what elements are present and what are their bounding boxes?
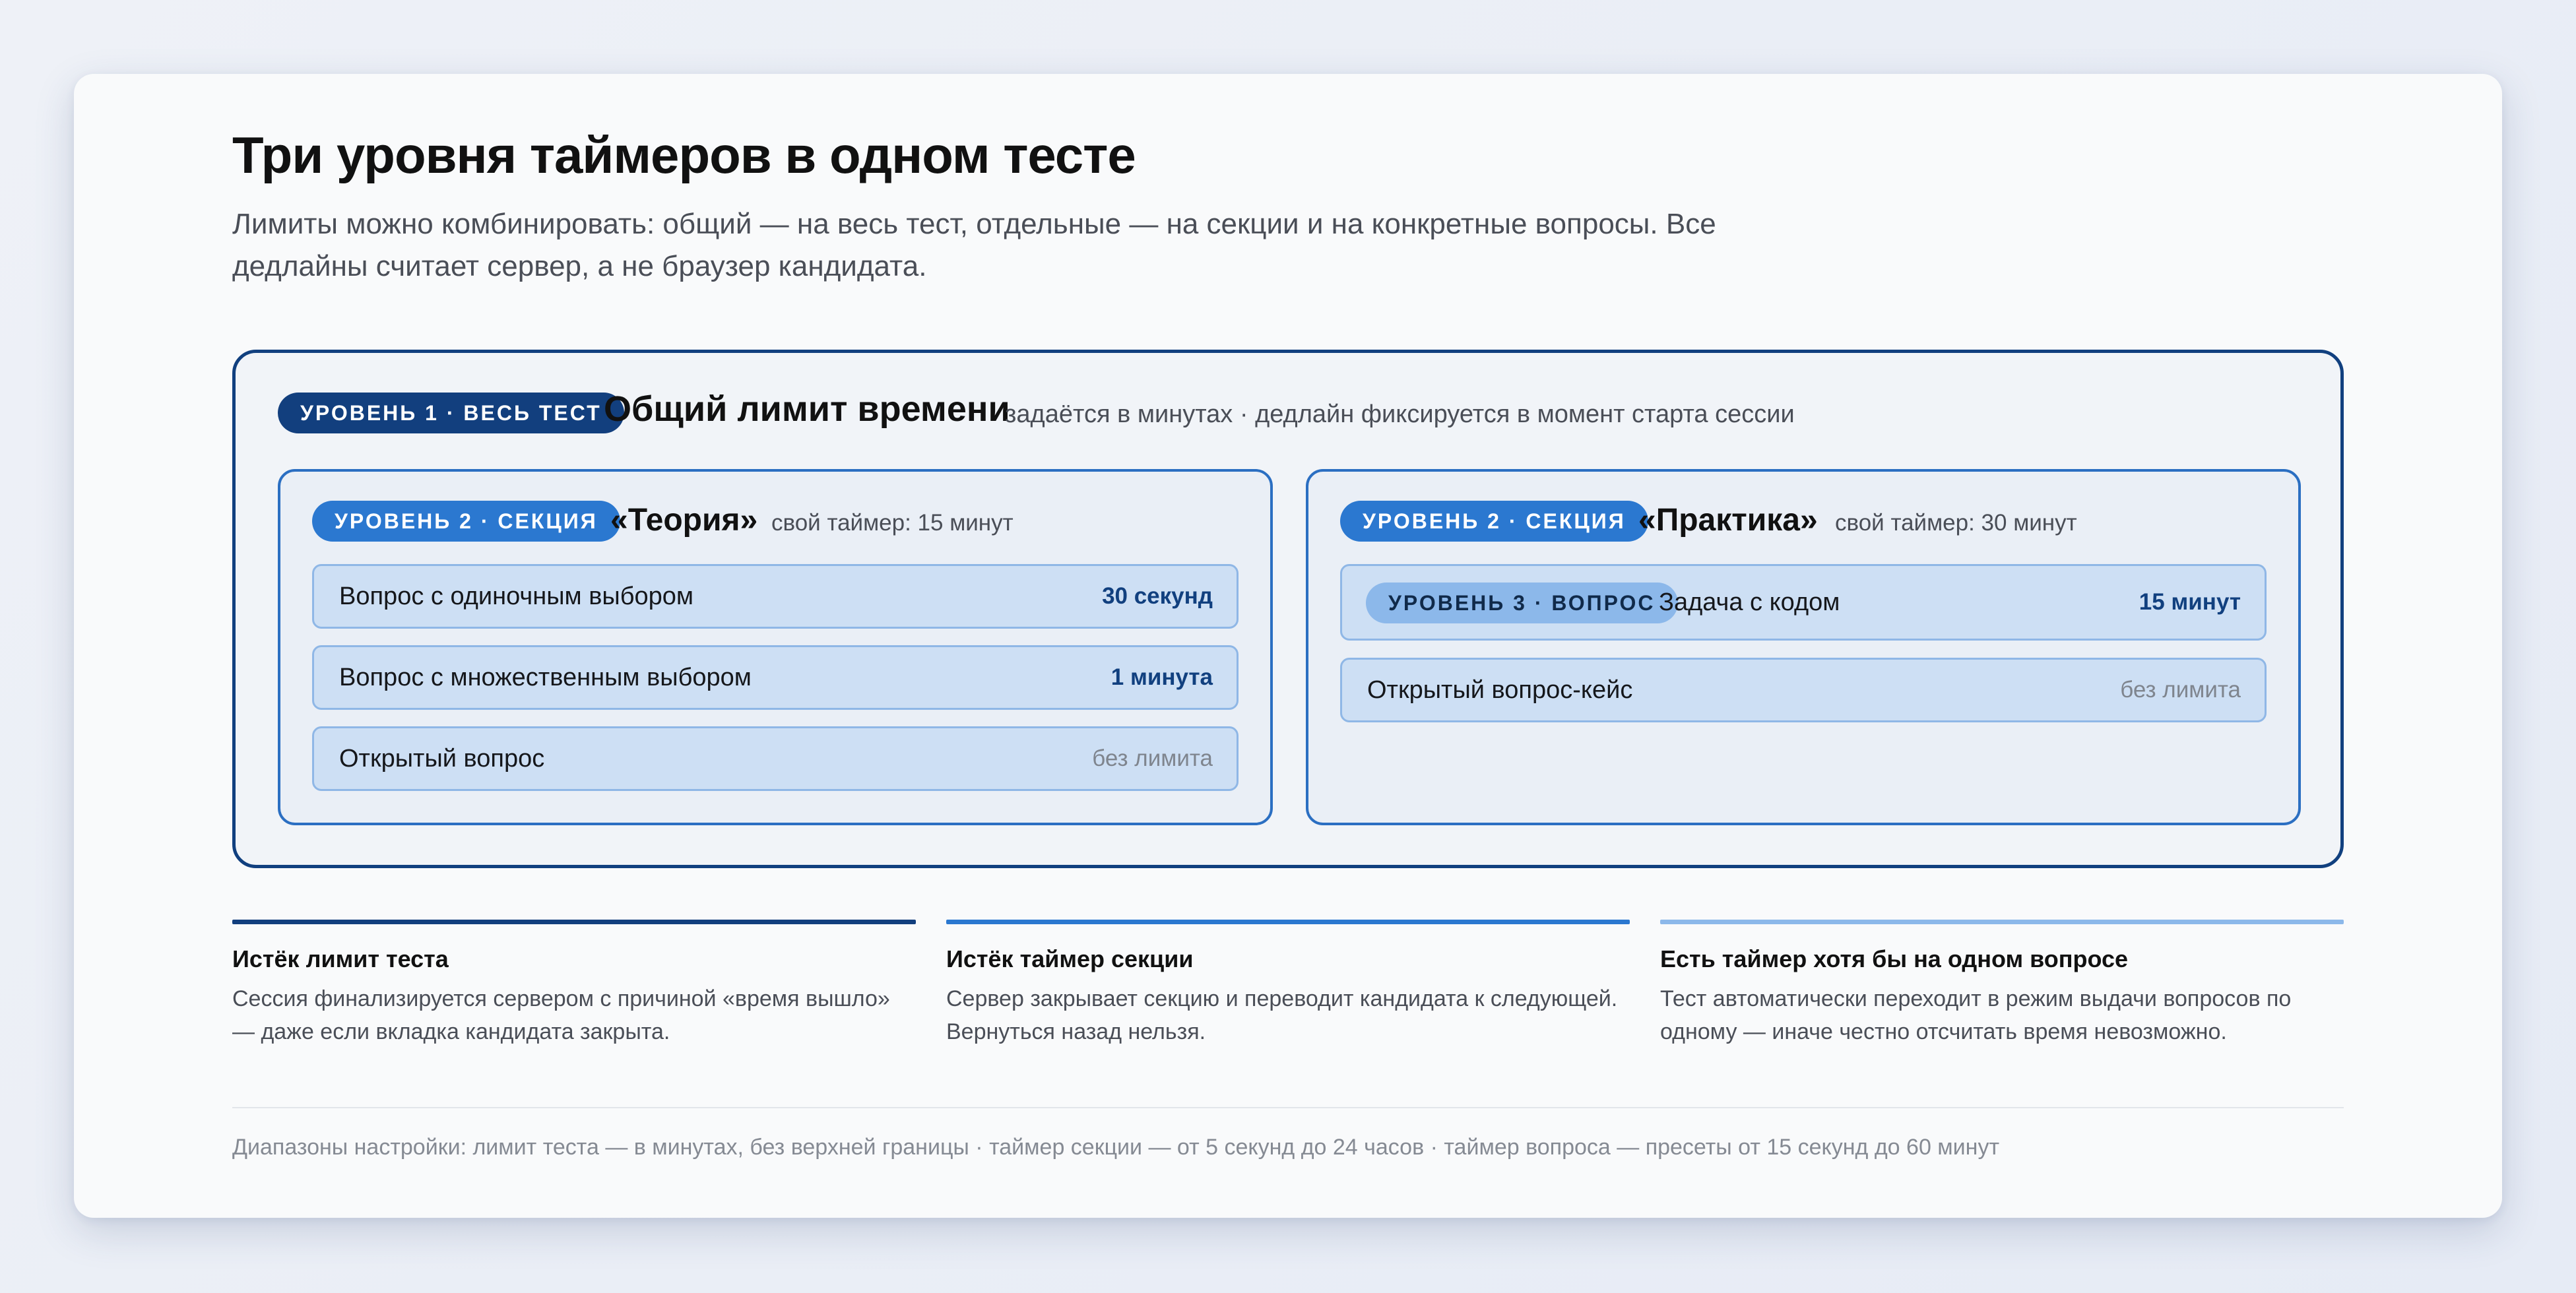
section-timer: свой таймер: 30 минут bbox=[1835, 510, 2077, 536]
rule-title: Есть таймер хотя бы на одном вопросе bbox=[1660, 945, 2129, 972]
rule-text: Сервер закрывает секцию и переводит канд… bbox=[946, 986, 1618, 1044]
question-label: Вопрос с множественным выбором bbox=[339, 664, 752, 691]
question-row: Открытый вопрос-кейс без лимита bbox=[1340, 658, 2267, 722]
rule-bar bbox=[1660, 920, 2344, 924]
rule-bar bbox=[946, 920, 1630, 924]
rule-title: Истёк таймер секции bbox=[946, 945, 1194, 972]
section-practice: УРОВЕНЬ 2 · СЕКЦИЯ «Практика» свой тайме… bbox=[1306, 469, 2301, 825]
question-limit: без лимита bbox=[2120, 677, 2241, 703]
question-label: Открытый вопрос-кейс bbox=[1367, 676, 1633, 704]
rule-text: Сессия финализируется сервером с причино… bbox=[232, 986, 890, 1044]
level1-badge: УРОВЕНЬ 1 · ВЕСЬ ТЕСТ bbox=[278, 393, 624, 433]
question-label: Задача с кодом bbox=[1659, 588, 1840, 616]
page-title: Три уровня таймеров в одном тесте bbox=[232, 126, 1136, 184]
section-theory: УРОВЕНЬ 2 · СЕКЦИЯ «Теория» свой таймер:… bbox=[278, 469, 1273, 825]
question-row-level3: УРОВЕНЬ 3 · ВОПРОС Задача с кодом 15 мин… bbox=[1340, 564, 2267, 641]
footer-note: Диапазоны настройки: лимит теста — в мин… bbox=[232, 1135, 2000, 1160]
page-subtitle: Лимиты можно комбинировать: общий — на в… bbox=[232, 208, 1716, 282]
question-row: Вопрос с множественным выбором 1 минута bbox=[312, 645, 1239, 710]
question-row: Открытый вопрос без лимита bbox=[312, 726, 1239, 791]
question-limit: без лимита bbox=[1092, 745, 1213, 771]
level3-badge: УРОВЕНЬ 3 · ВОПРОС bbox=[1366, 583, 1678, 623]
section-badge: УРОВЕНЬ 2 · СЕКЦИЯ bbox=[1340, 501, 1648, 542]
question-limit: 15 минут bbox=[2139, 589, 2241, 615]
rule-bar bbox=[232, 920, 916, 924]
question-limit: 30 секунд bbox=[1102, 583, 1213, 609]
rule-text: Тест автоматически переходит в режим выд… bbox=[1660, 986, 2292, 1044]
rule-section-expired: Истёк таймер секции Сервер закрывает сек… bbox=[946, 920, 1630, 1048]
question-row: Вопрос с одиночным выбором 30 секунд bbox=[312, 564, 1239, 629]
level1-test-box: УРОВЕНЬ 1 · ВЕСЬ ТЕСТ Общий лимит времен… bbox=[232, 350, 2344, 868]
question-limit: 1 минута bbox=[1111, 664, 1213, 690]
footer-divider bbox=[232, 1107, 2344, 1108]
level1-title: Общий лимит времени bbox=[604, 389, 1010, 429]
question-label: Вопрос с одиночным выбором bbox=[339, 583, 693, 610]
section-timer: свой таймер: 15 минут bbox=[771, 510, 1014, 536]
section-badge: УРОВЕНЬ 2 · СЕКЦИЯ bbox=[312, 501, 620, 542]
rule-question-timer: Есть таймер хотя бы на одном вопросе Тес… bbox=[1660, 920, 2344, 1048]
rule-test-expired: Истёк лимит теста Сессия финализируется … bbox=[232, 920, 916, 1048]
section-name: «Теория» bbox=[610, 503, 758, 538]
question-label: Открытый вопрос bbox=[339, 745, 545, 773]
rule-title: Истёк лимит теста bbox=[232, 945, 449, 972]
main-card: Три уровня таймеров в одном тесте Лимиты… bbox=[74, 74, 2502, 1218]
section-name: «Практика» bbox=[1638, 503, 1818, 538]
level1-note: задаётся в минутах · дедлайн фиксируется… bbox=[1005, 400, 1795, 428]
